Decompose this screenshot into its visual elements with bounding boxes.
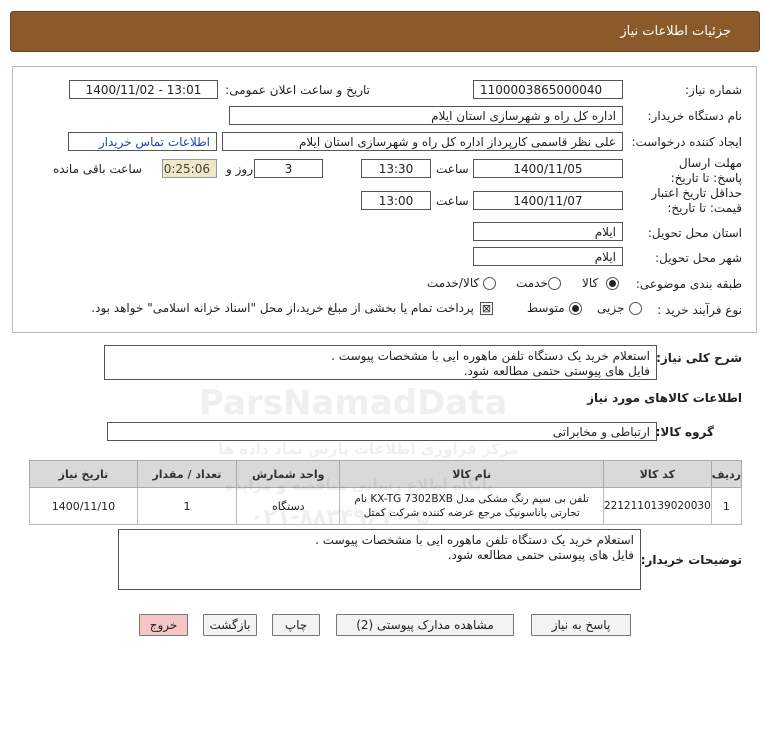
- goods-group-label: گروه کالا:: [655, 425, 714, 439]
- goods-group-field: ارتباطی و مخابراتی: [107, 422, 657, 441]
- watermark-line-1: مرکز فرآوری اطلاعات پارس نماد داده ها: [218, 440, 519, 458]
- category-radio-service[interactable]: [548, 277, 561, 290]
- purchase-option-medium: متوسط: [527, 301, 565, 315]
- province-field: ایلام: [473, 222, 623, 241]
- buyer-org-field: اداره کل راه و شهرسازی استان ایلام: [229, 106, 623, 125]
- cell-index: 1: [710, 487, 743, 525]
- category-radio-goods[interactable]: [606, 277, 619, 290]
- category-label: طبقه بندی موضوعی:: [635, 277, 742, 291]
- payment-note: پرداخت تمام یا بخشی از مبلغ خرید،از محل …: [91, 301, 474, 315]
- remaining-label: ساعت باقی مانده: [53, 162, 143, 176]
- watermark-brand: ParsNamadData: [199, 383, 508, 423]
- buyer-org-label: نام دستگاه خریدار:: [647, 109, 743, 123]
- page-header: جزئیات اطلاعات نیاز: [10, 11, 760, 52]
- validity-time-field: 13:00: [361, 191, 431, 210]
- validity-label: حداقل تاریخ اعتبار قیمت: تا تاریخ:: [651, 186, 742, 215]
- col-unit: واحد شمارش: [236, 460, 341, 488]
- treasury-checkbox[interactable]: ⊠: [480, 302, 493, 315]
- col-date: تاریخ نیاز: [29, 460, 138, 488]
- cell-code: 2212110139020030: [602, 487, 712, 525]
- print-button[interactable]: چاپ: [272, 614, 320, 636]
- days-label: روز و: [226, 162, 253, 176]
- need-number-field: 1100003865000040: [473, 80, 623, 99]
- cell-qty: 1: [136, 487, 238, 525]
- province-label: استان محل تحویل:: [647, 226, 742, 240]
- announce-label: تاریخ و ساعت اعلان عمومی:: [225, 83, 370, 97]
- buyer-contact-link[interactable]: اطلاعات تماس خریدار: [68, 132, 217, 151]
- back-button[interactable]: بازگشت: [203, 614, 257, 636]
- col-index: ردیف: [710, 460, 743, 488]
- page-title: جزئیات اطلاعات نیاز: [620, 24, 731, 39]
- days-field: 3: [254, 159, 323, 178]
- col-name: نام کالا: [339, 460, 604, 488]
- description-text: استعلام خرید یک دستگاه تلفن ماهوره ایی ب…: [104, 345, 657, 380]
- exit-button[interactable]: خروج: [139, 614, 188, 636]
- deadline-time-field: 13:30: [361, 159, 431, 178]
- purchase-type-label: نوع فرآیند خرید :: [657, 303, 742, 317]
- requester-label: ایجاد کننده درخواست:: [631, 135, 742, 149]
- category-option-service: خدمت: [516, 276, 548, 290]
- col-code: کد کالا: [602, 460, 712, 488]
- category-radio-both[interactable]: [483, 277, 496, 290]
- category-option-both: کالا/خدمت: [427, 276, 480, 290]
- col-qty: تعداد / مقدار: [136, 460, 238, 488]
- city-field: ایلام: [473, 247, 623, 266]
- requester-field: علی نظر قاسمی کارپرداز اداره کل راه و شه…: [222, 132, 623, 151]
- purchase-radio-medium[interactable]: [569, 302, 582, 315]
- remaining-time-field: 00:25:06: [162, 159, 217, 178]
- category-option-goods: کالا: [582, 276, 599, 290]
- reply-button[interactable]: پاسخ به نیاز: [531, 614, 631, 636]
- goods-table: ردیف کد کالا نام کالا واحد شمارش تعداد /…: [29, 460, 743, 525]
- description-label: شرح کلی نیاز:: [656, 351, 742, 365]
- purchase-radio-minor[interactable]: [629, 302, 642, 315]
- deadline-time-label: ساعت: [436, 162, 469, 176]
- city-label: شهر محل تحویل:: [655, 251, 742, 265]
- table-header-row: ردیف کد کالا نام کالا واحد شمارش تعداد /…: [29, 460, 743, 488]
- table-row: 1 2212110139020030 تلفن بی سیم رنگ مشکی …: [29, 487, 743, 525]
- purchase-option-minor: جزیی: [597, 301, 625, 315]
- validity-time-label: ساعت: [436, 194, 469, 208]
- cell-date: 1400/11/10: [29, 487, 138, 525]
- buyer-notes-text: استعلام خرید یک دستگاه تلفن ماهوره ایی ب…: [118, 529, 641, 590]
- goods-section-title: اطلاعات کالاهای مورد نیاز: [587, 391, 742, 405]
- cell-unit: دستگاه: [236, 487, 341, 525]
- announce-field: 1400/11/02 - 13:01: [69, 80, 218, 99]
- cell-name: تلفن بی سیم رنگ مشکی مدل KX-TG 7302BXB ن…: [339, 487, 604, 525]
- attachments-button[interactable]: مشاهده مدارک پیوستی (2): [336, 614, 514, 636]
- deadline-label: مهلت ارسال پاسخ: تا تاریخ:: [670, 156, 742, 185]
- validity-date-field: 1400/11/07: [473, 191, 623, 210]
- buyer-notes-label: توضیحات خریدار:: [640, 553, 742, 567]
- need-number-label: شماره نیاز:: [685, 83, 742, 97]
- deadline-date-field: 1400/11/05: [473, 159, 623, 178]
